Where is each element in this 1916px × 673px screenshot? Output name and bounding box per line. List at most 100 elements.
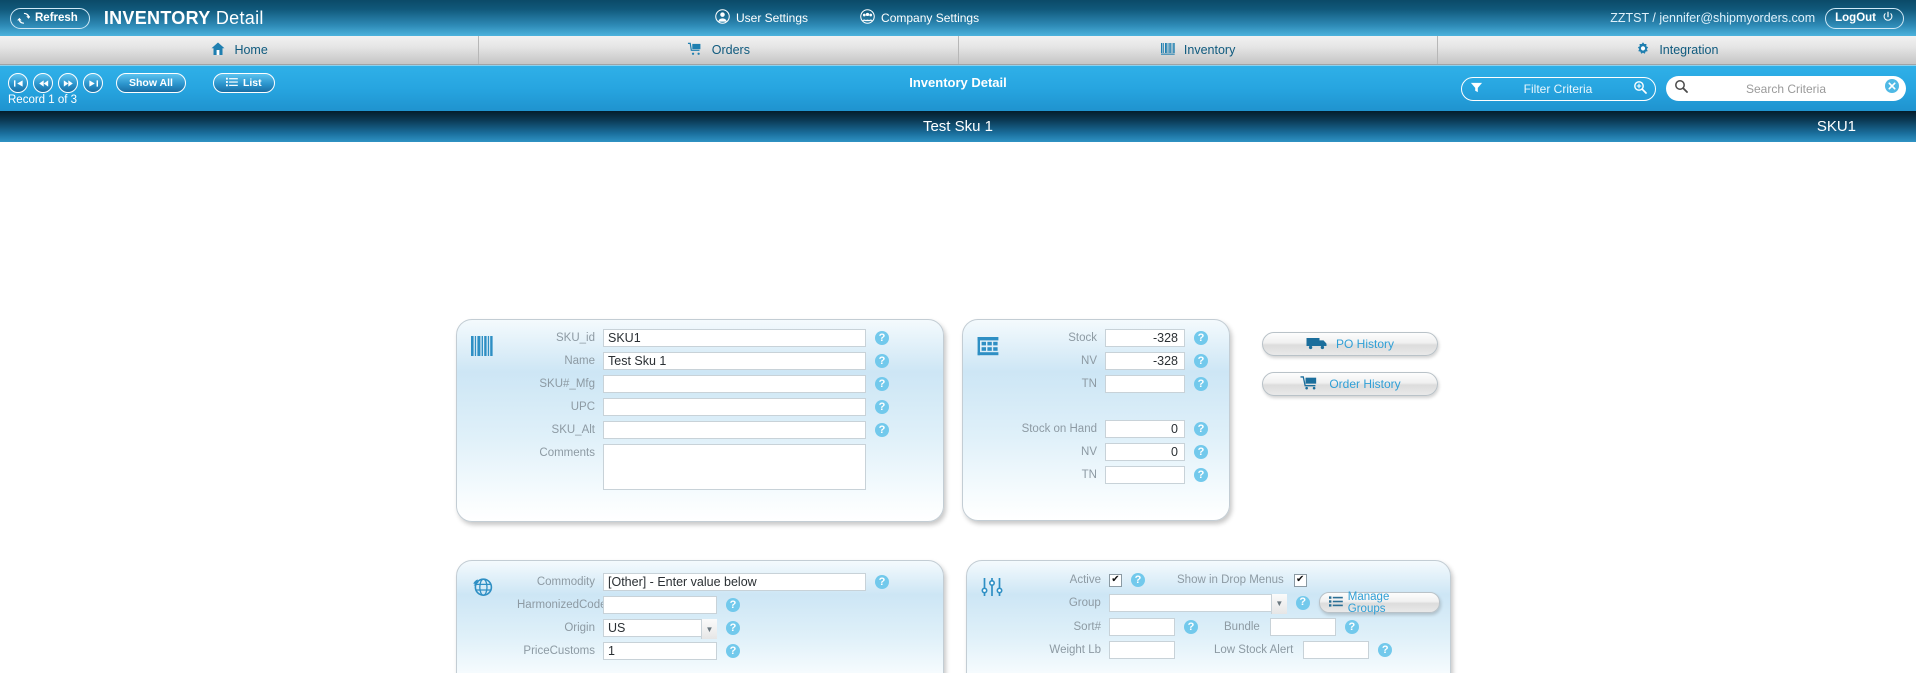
- order-history-label: Order History: [1329, 377, 1401, 391]
- nav-item-integration[interactable]: Integration: [1438, 36, 1916, 64]
- help-icon[interactable]: ?: [726, 621, 740, 635]
- field-row-soh-nv: NV ?: [1021, 443, 1219, 461]
- field-row-sort-bundle: Sort# ? Bundle ?: [1025, 618, 1440, 636]
- help-icon[interactable]: ?: [1131, 573, 1145, 587]
- help-icon[interactable]: ?: [1194, 331, 1208, 345]
- help-icon[interactable]: ?: [875, 377, 889, 391]
- nav-item-inventory[interactable]: Inventory: [959, 36, 1438, 64]
- search-icon: [1674, 79, 1688, 98]
- input-stock-tn[interactable]: [1105, 375, 1185, 393]
- logout-button[interactable]: LogOut: [1825, 7, 1904, 29]
- help-icon[interactable]: ?: [1194, 468, 1208, 482]
- input-sort[interactable]: [1109, 618, 1175, 636]
- nav-item-orders[interactable]: Orders: [479, 36, 959, 64]
- label-harmonized-code: HarmonizedCode: [517, 599, 607, 611]
- help-icon[interactable]: ?: [875, 354, 889, 368]
- search-input[interactable]: Search Criteria: [1688, 82, 1884, 96]
- header-links: User Settings Company Settings: [715, 0, 979, 36]
- help-icon[interactable]: ?: [875, 400, 889, 414]
- input-sku-id[interactable]: [603, 329, 866, 347]
- origin-select[interactable]: ▼: [603, 619, 717, 639]
- label-sku-id: SKU_id: [556, 332, 595, 344]
- field-row-stock: Stock ?: [1021, 329, 1219, 347]
- label-sku-mfg: SKU#_Mfg: [539, 378, 595, 390]
- input-stock-nv[interactable]: [1105, 352, 1185, 370]
- input-stock-on-hand[interactable]: [1105, 420, 1185, 438]
- help-icon[interactable]: ?: [726, 644, 740, 658]
- refresh-button[interactable]: Refresh: [10, 7, 90, 29]
- user-settings-link[interactable]: User Settings: [715, 9, 808, 27]
- chevron-down-icon[interactable]: ▼: [1270, 593, 1287, 614]
- active-checkbox[interactable]: ✔: [1109, 573, 1122, 587]
- order-history-button[interactable]: Order History: [1262, 372, 1438, 396]
- field-row-name: Name ?: [517, 352, 933, 370]
- detail-content: SKU_id ? Name ? SKU#_Mfg ? UPC ? SKU_Alt…: [0, 142, 1916, 673]
- filter-criteria-button[interactable]: Filter Criteria: [1461, 76, 1656, 101]
- help-icon[interactable]: ?: [875, 575, 889, 589]
- truck-icon: [1306, 336, 1328, 353]
- input-group[interactable]: [1108, 593, 1287, 612]
- clear-search-icon[interactable]: [1884, 78, 1900, 99]
- field-row-soh-tn: TN ?: [1021, 466, 1219, 484]
- help-icon[interactable]: ?: [1194, 422, 1208, 436]
- label-soh-nv: NV: [1081, 446, 1097, 458]
- input-upc[interactable]: [603, 398, 866, 416]
- help-icon[interactable]: ?: [1194, 354, 1208, 368]
- input-origin[interactable]: [603, 619, 717, 637]
- company-settings-link[interactable]: Company Settings: [860, 9, 979, 27]
- input-commodity[interactable]: [603, 573, 866, 591]
- gear-icon: [1635, 41, 1651, 60]
- funnel-icon: [1470, 81, 1483, 97]
- input-bundle[interactable]: [1269, 618, 1336, 636]
- help-icon[interactable]: ?: [726, 598, 740, 612]
- input-price-customs[interactable]: [603, 642, 717, 660]
- help-icon[interactable]: ?: [1378, 643, 1393, 657]
- input-stock[interactable]: [1105, 329, 1185, 347]
- help-icon[interactable]: ?: [875, 423, 889, 437]
- barcode-icon: [1160, 41, 1176, 60]
- field-row-comments: Comments: [517, 444, 933, 490]
- header-account-area: ZZTST / jennifer@shipmyorders.com LogOut: [1610, 0, 1904, 36]
- po-history-button[interactable]: PO History: [1262, 332, 1438, 356]
- manage-groups-button[interactable]: Manage Groups: [1318, 591, 1440, 615]
- help-icon[interactable]: ?: [1295, 595, 1310, 610]
- user-settings-label: User Settings: [736, 11, 809, 25]
- users-group-icon: [860, 9, 875, 27]
- label-bundle: Bundle: [1224, 621, 1260, 633]
- record-name: Test Sku 1: [922, 118, 994, 135]
- label-stock-tn: TN: [1081, 378, 1097, 390]
- help-icon[interactable]: ?: [1194, 445, 1208, 459]
- panel-settings: Active ✔ ? Show in Drop Menus ✔ Group ▼ …: [966, 560, 1451, 673]
- input-name[interactable]: [603, 352, 866, 370]
- input-soh-nv[interactable]: [1105, 443, 1185, 461]
- search-box[interactable]: Search Criteria: [1666, 76, 1906, 101]
- chevron-down-icon[interactable]: ▼: [701, 619, 717, 639]
- input-sku-alt[interactable]: [603, 421, 866, 439]
- input-harmonized-code[interactable]: [603, 596, 717, 614]
- label-upc: UPC: [570, 401, 595, 413]
- field-row-upc: UPC ?: [517, 398, 933, 416]
- input-sku-mfg[interactable]: [603, 375, 866, 393]
- field-row-group: Group ▼ ? Manage Groups: [1025, 591, 1440, 615]
- input-soh-tn[interactable]: [1105, 466, 1185, 484]
- label-group: Group: [1068, 596, 1101, 609]
- help-icon[interactable]: ?: [875, 331, 889, 345]
- label-name: Name: [564, 355, 595, 367]
- label-weight: Weight Lb: [1049, 644, 1101, 656]
- input-low-stock-alert[interactable]: [1303, 641, 1370, 659]
- label-stock-nv: NV: [1081, 355, 1097, 367]
- globe-icon: [471, 577, 493, 603]
- po-history-label: PO History: [1335, 337, 1394, 351]
- toolbar-search-area: Filter Criteria Search Criteria: [1461, 76, 1906, 101]
- show-in-drop-menus-checkbox[interactable]: ✔: [1293, 573, 1307, 587]
- group-select[interactable]: ▼: [1108, 593, 1287, 614]
- help-icon[interactable]: ?: [1194, 377, 1208, 391]
- label-origin: Origin: [564, 622, 595, 634]
- nav-item-home[interactable]: Home: [0, 36, 480, 64]
- help-icon[interactable]: ?: [1184, 620, 1198, 634]
- help-icon[interactable]: ?: [1344, 620, 1359, 634]
- input-comments[interactable]: [603, 444, 866, 490]
- label-stock-on-hand: Stock on Hand: [1021, 423, 1097, 435]
- input-weight[interactable]: [1109, 641, 1175, 659]
- field-row-harmonized-code: HarmonizedCode ?: [517, 596, 933, 614]
